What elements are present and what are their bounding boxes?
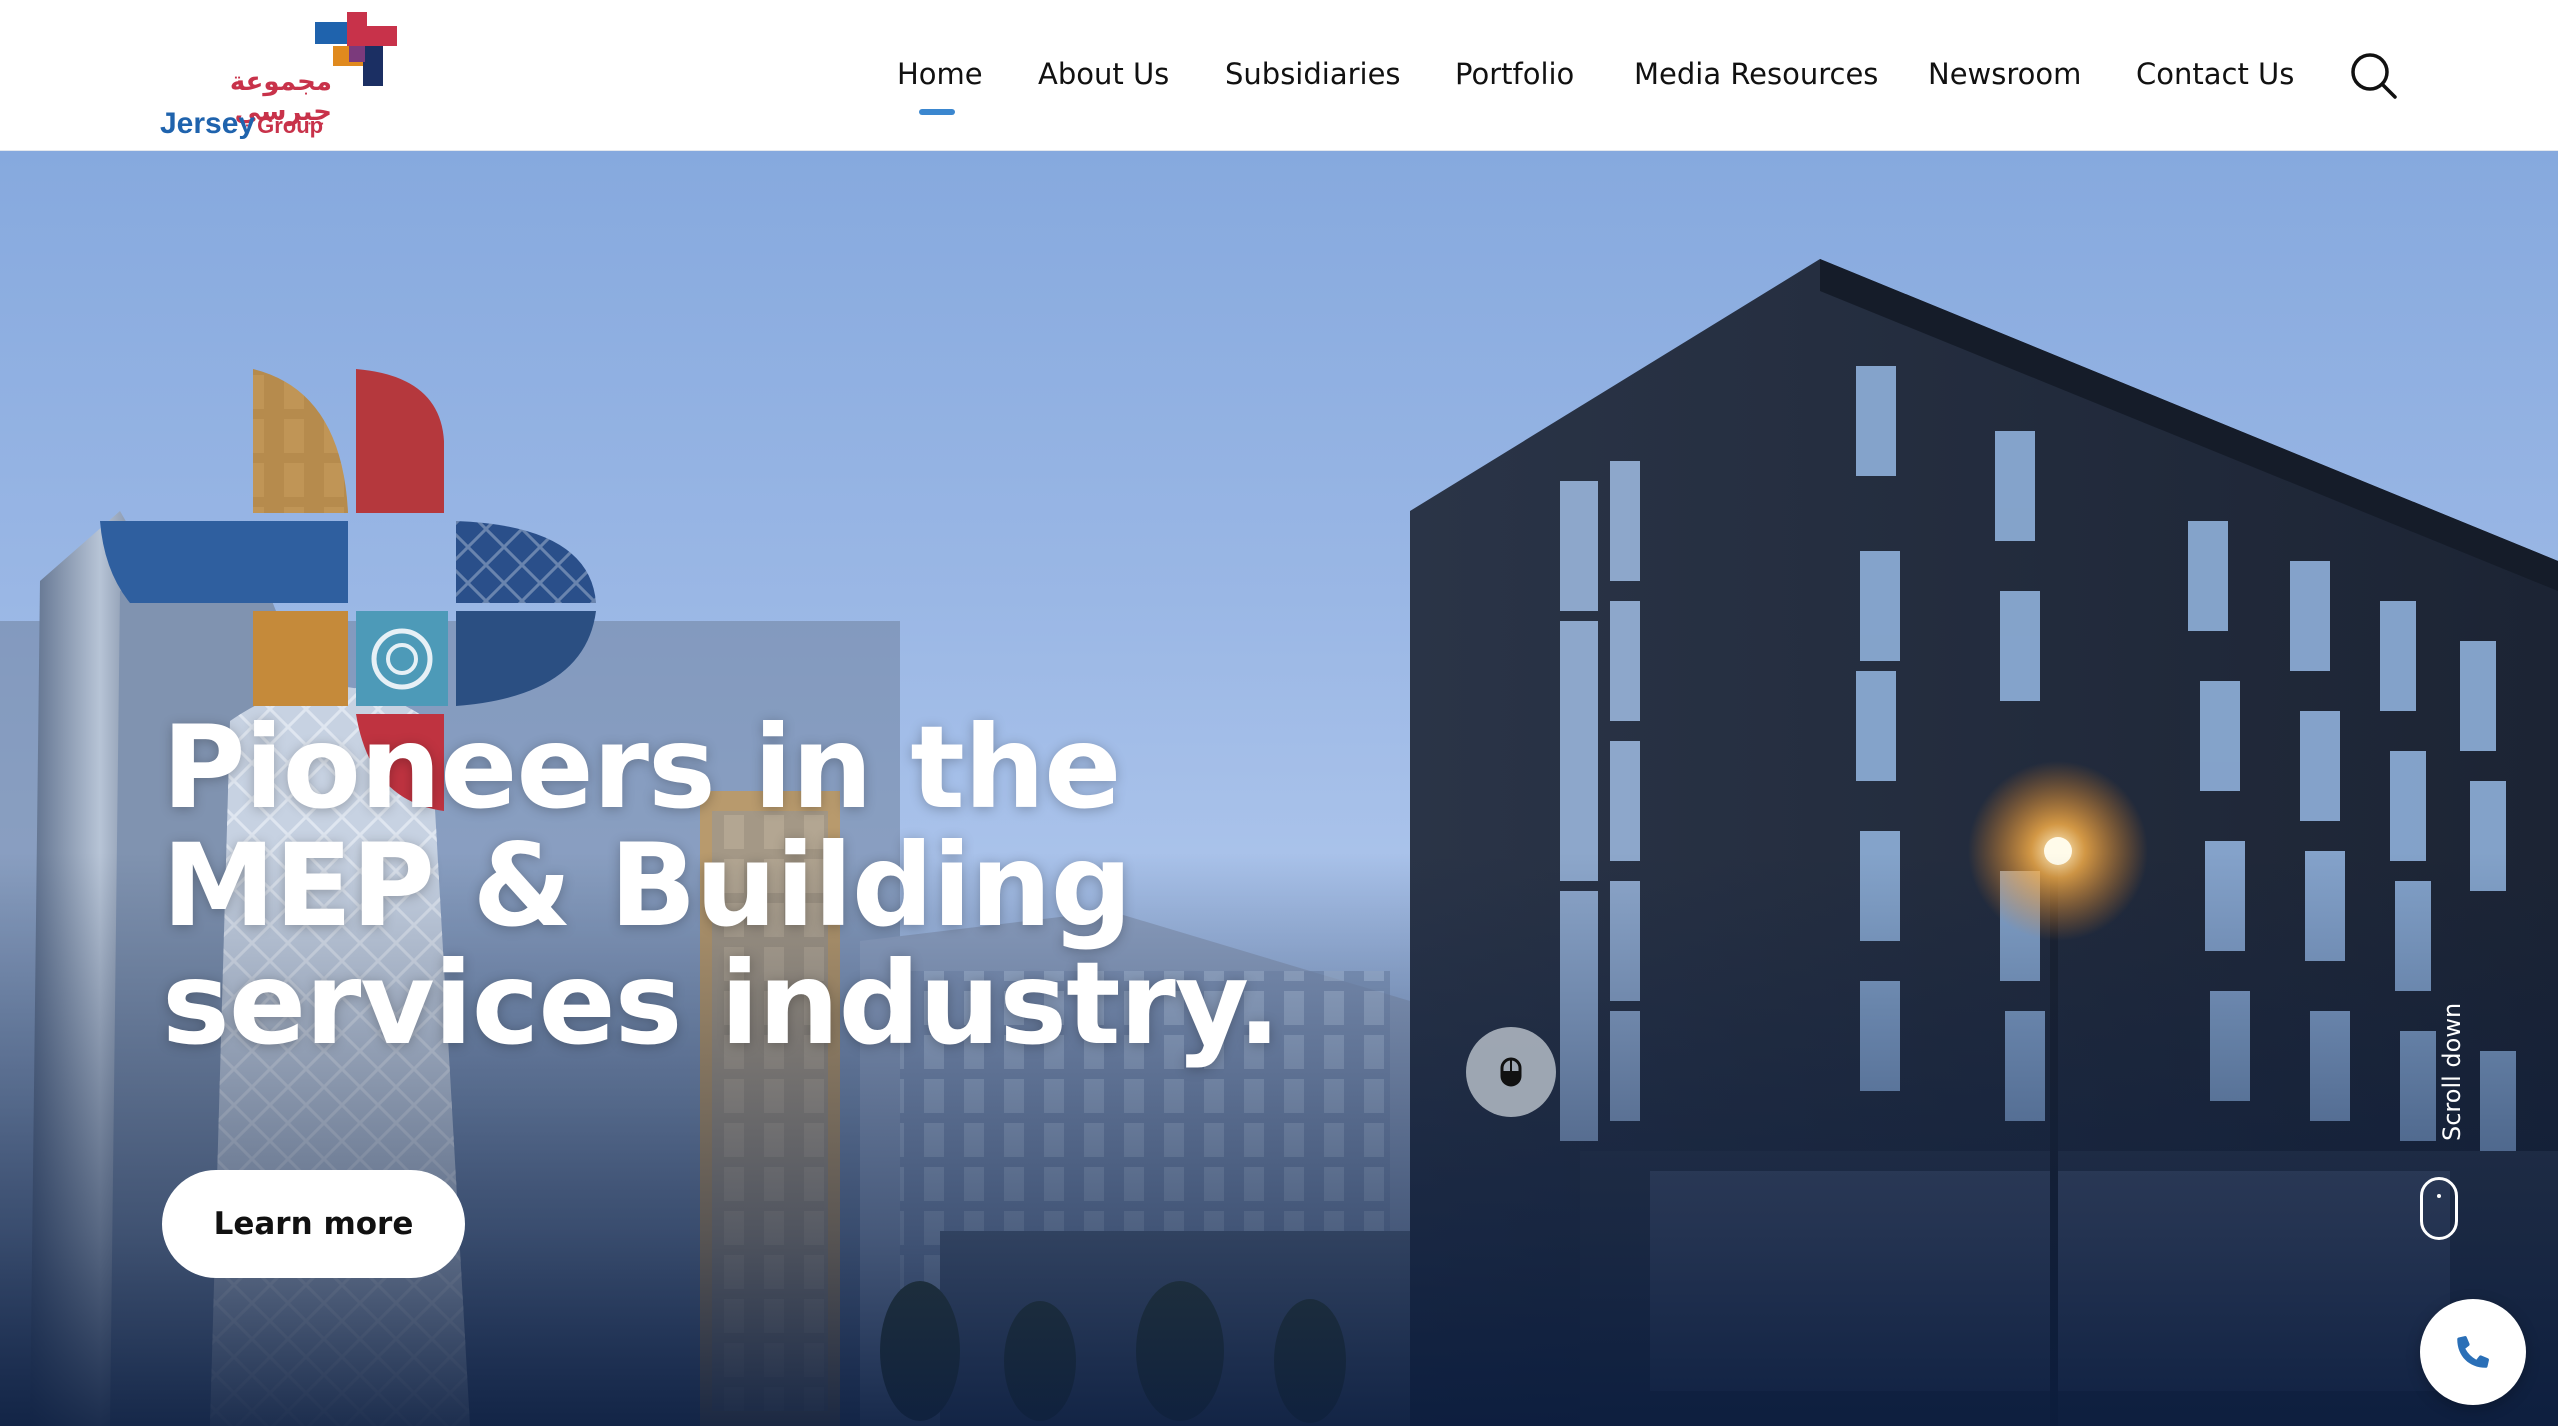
active-nav-indicator xyxy=(919,109,955,115)
mouse-pointer-icon xyxy=(1500,1057,1522,1087)
nav-media-resources[interactable]: Media Resources xyxy=(1634,50,1878,98)
learn-more-button[interactable]: Learn more xyxy=(162,1170,465,1278)
search-icon xyxy=(2351,53,2397,99)
logo-jersey-word: Jersey xyxy=(160,107,256,140)
logo-english-text: JerseyGroup xyxy=(160,107,323,141)
scroll-down-button[interactable] xyxy=(2420,1177,2458,1240)
hero-headline: Pioneers in the MEP & Building services … xyxy=(162,701,1281,1070)
nav-portfolio[interactable]: Portfolio xyxy=(1455,50,1574,98)
phone-icon xyxy=(2457,1336,2489,1368)
hero-section: Pioneers in the MEP & Building services … xyxy=(0,151,2558,1426)
headline-line-2: MEP & Building xyxy=(162,819,1132,952)
nav-home[interactable]: Home xyxy=(897,50,983,98)
jersey-group-logo[interactable]: مجموعة جيرسي JerseyGroup xyxy=(158,12,408,142)
nav-newsroom[interactable]: Newsroom xyxy=(1928,50,2081,98)
cursor-indicator xyxy=(1466,1027,1556,1117)
nav-about-us[interactable]: About Us xyxy=(1038,50,1169,98)
call-button[interactable] xyxy=(2420,1299,2526,1405)
scroll-mouse-dot xyxy=(2437,1194,2441,1198)
nav-contact-us[interactable]: Contact Us xyxy=(2136,50,2294,98)
logo-group-word: Group xyxy=(257,113,324,138)
nav-subsidiaries[interactable]: Subsidiaries xyxy=(1225,50,1401,98)
search-button[interactable] xyxy=(2348,50,2400,102)
headline-line-1: Pioneers in the xyxy=(162,701,1121,834)
scroll-down-label: Scroll down xyxy=(2438,1002,2466,1141)
site-header: مجموعة جيرسي JerseyGroup Home About Us S… xyxy=(0,0,2558,151)
headline-line-3: services industry. xyxy=(162,937,1281,1070)
